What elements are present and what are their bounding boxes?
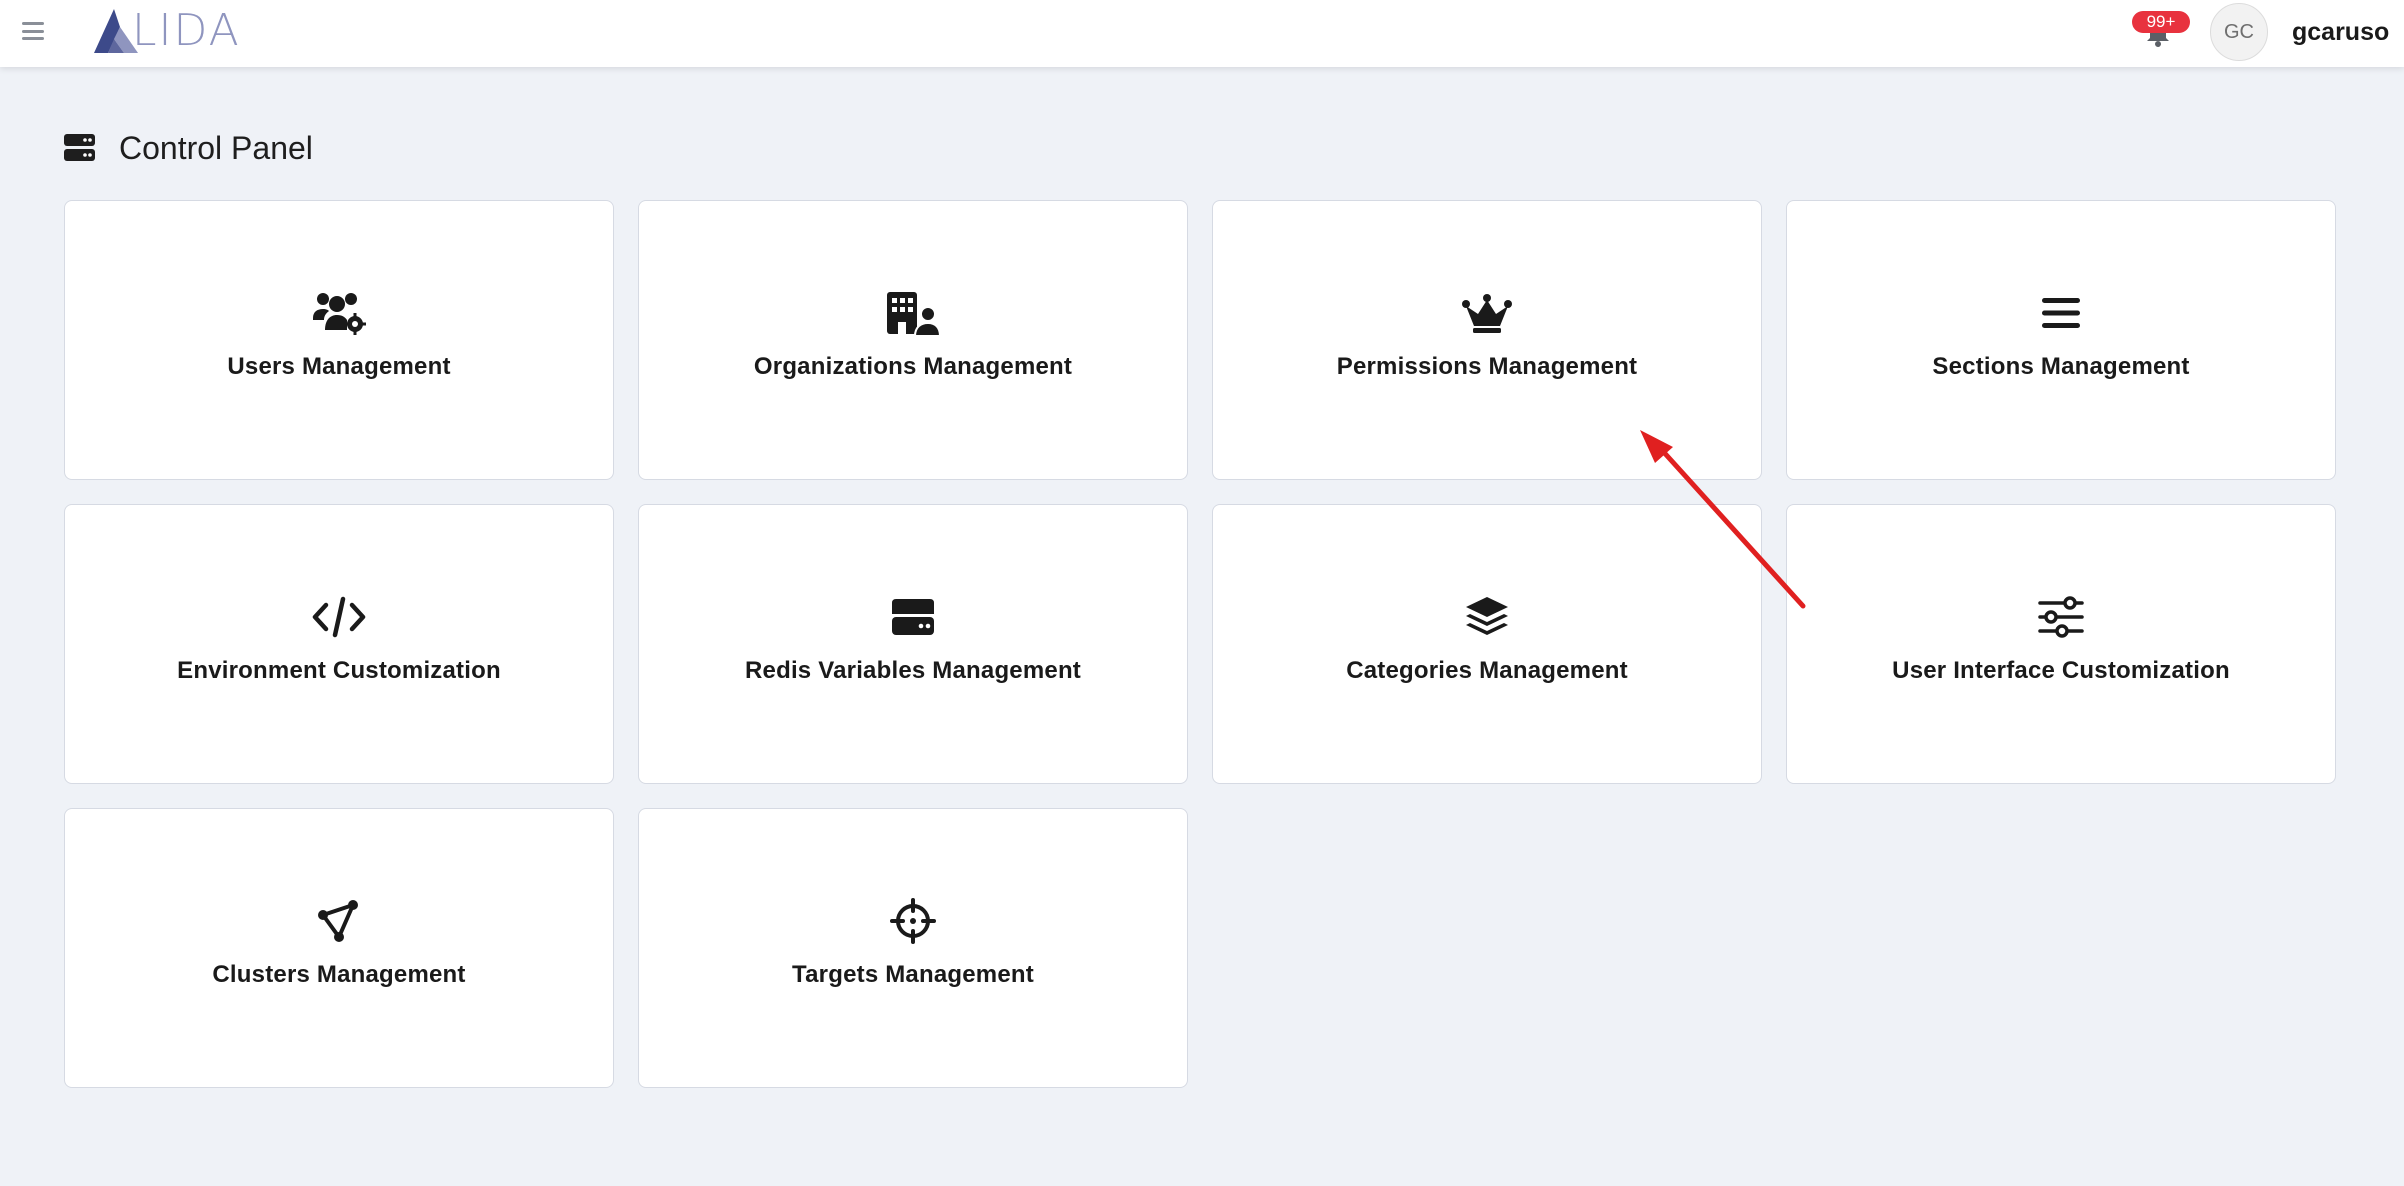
card-label: Environment Customization (177, 657, 501, 684)
building-user-icon (883, 287, 943, 339)
card-clusters-management[interactable]: Clusters Management (64, 808, 614, 1088)
card-label: Redis Variables Management (745, 657, 1081, 684)
hamburger-menu-icon[interactable] (20, 20, 46, 42)
page-header: Control Panel (64, 128, 313, 168)
code-icon (309, 591, 369, 643)
top-navbar: LIDA 99+ GC gcaruso (0, 0, 2404, 67)
card-label: Clusters Management (212, 961, 466, 988)
card-environment-customization[interactable]: Environment Customization (64, 504, 614, 784)
card-redis-variables-management[interactable]: Redis Variables Management (638, 504, 1188, 784)
card-sections-management[interactable]: Sections Management (1786, 200, 2336, 480)
card-organizations-management[interactable]: Organizations Management (638, 200, 1188, 480)
sliders-icon (2031, 591, 2091, 643)
card-label: Sections Management (1932, 353, 2190, 380)
users-cog-icon (309, 287, 369, 339)
app-logo[interactable]: LIDA (90, 5, 241, 57)
avatar[interactable]: GC (2210, 3, 2268, 61)
card-label: Categories Management (1346, 657, 1628, 684)
card-label: User Interface Customization (1892, 657, 2230, 684)
notification-badge[interactable]: 99+ (2132, 11, 2190, 33)
bars-icon (2031, 287, 2091, 339)
page-title: Control Panel (119, 129, 313, 166)
card-label: Permissions Management (1336, 353, 1638, 380)
card-users-management[interactable]: Users Management (64, 200, 614, 480)
layer-group-icon (1457, 591, 1517, 643)
logo-text: LIDA (132, 5, 241, 56)
crosshairs-icon (883, 895, 943, 947)
card-label: Targets Management (792, 961, 1034, 988)
nodes-icon (309, 895, 369, 947)
card-permissions-management[interactable]: Permissions Management (1212, 200, 1762, 480)
card-targets-management[interactable]: Targets Management (638, 808, 1188, 1088)
crown-icon (1457, 287, 1517, 339)
card-label: Users Management (227, 353, 451, 380)
card-user-interface-customization[interactable]: User Interface Customization (1786, 504, 2336, 784)
control-panel-grid: Users Management Organizations Managemen… (64, 200, 2336, 1088)
hard-drive-icon (883, 591, 943, 643)
card-label: Organizations Management (753, 353, 1073, 380)
username[interactable]: gcaruso (2292, 17, 2389, 47)
server-icon (64, 134, 95, 161)
card-categories-management[interactable]: Categories Management (1212, 504, 1762, 784)
